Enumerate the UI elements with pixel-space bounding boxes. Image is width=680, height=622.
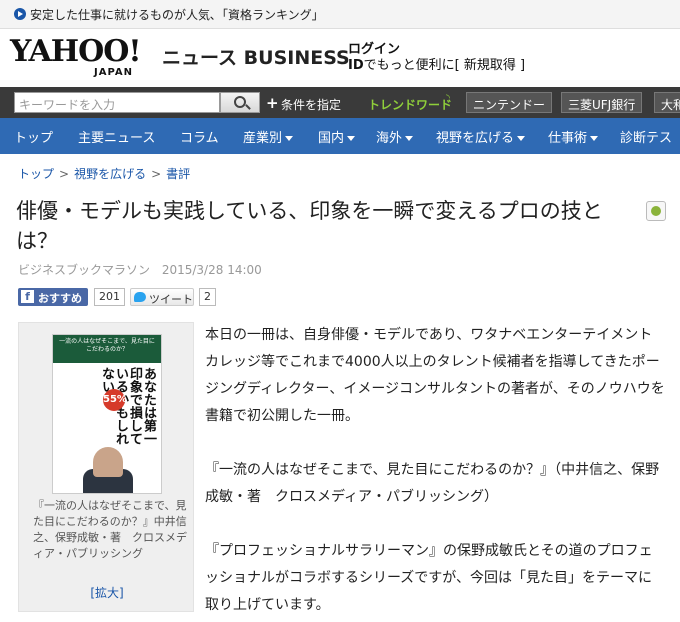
- nav-item-main-news[interactable]: 主要ニュース: [78, 127, 155, 146]
- nav-item-column[interactable]: コラム: [180, 127, 219, 146]
- id-label: ID: [348, 58, 364, 73]
- trend-word-2[interactable]: 三菱UFJ銀行: [561, 92, 643, 113]
- search-condition-link[interactable]: 条件を指定: [281, 96, 341, 113]
- tweet-label: ツイート: [149, 293, 193, 306]
- trend-word-3[interactable]: 大和: [654, 92, 680, 113]
- article-paragraph: 本日の一冊は、自身俳優・モデルであり、ワタナベエンターテイメントカレッジ等でこれ…: [205, 327, 665, 424]
- service-name[interactable]: ニュース BUSINESS: [162, 43, 350, 70]
- main-nav: トップ 主要ニュース コラム 産業別 国内 海外 視野を広げる 仕事術 診断テス: [0, 118, 680, 154]
- nav-label: 仕事術: [548, 131, 588, 146]
- facebook-count: 201: [94, 288, 125, 306]
- nav-item-overseas[interactable]: 海外: [376, 127, 414, 146]
- chevron-down-icon: [517, 136, 526, 141]
- clip-icon[interactable]: [646, 201, 666, 221]
- nav-label: 視野を広げる: [436, 131, 515, 146]
- facebook-recommend-button[interactable]: f おすすめ: [18, 288, 88, 306]
- facebook-icon: f: [21, 290, 34, 303]
- nav-label: 産業別: [243, 131, 283, 146]
- search-icon: [234, 96, 246, 108]
- chevron-down-icon: [285, 136, 294, 141]
- wifi-icon: ◝: [446, 93, 450, 104]
- nav-item-work-skills[interactable]: 仕事術: [548, 127, 599, 146]
- facebook-label: おすすめ: [38, 292, 82, 305]
- article-source: ビジネスブックマラソン: [18, 263, 151, 277]
- chevron-down-icon: [347, 136, 356, 141]
- arrow-right-icon: [14, 8, 26, 20]
- book-cover-badge: 55%: [103, 389, 127, 411]
- nav-item-broaden-view[interactable]: 視野を広げる: [436, 127, 526, 146]
- search-bar: キーワードを入力 + 条件を指定 トレンドワード ◝ ニンテンドー 三菱UFJ銀…: [0, 87, 680, 118]
- breadcrumb-separator: >: [59, 167, 70, 181]
- promo-bar[interactable]: 安定した仕事に就けるものが人気､「資格ランキング」: [0, 0, 680, 29]
- id-register-link[interactable]: でもっと便利に[ 新規取得 ]: [364, 58, 525, 73]
- book-caption: 『一流の人はなぜそこまで、見た目にこだわるのか？』中井信之、保野成敏・著 クロス…: [33, 499, 187, 560]
- search-icon-handle: [245, 104, 251, 110]
- twitter-bird-icon: [134, 292, 146, 302]
- tweet-button[interactable]: ツイート: [130, 288, 194, 306]
- book-cover-headline: あなたは第一印象で損しているかもしれない: [99, 367, 156, 445]
- chevron-down-icon: [405, 136, 414, 141]
- breadcrumb: トップ > 視野を広げる > 書評: [18, 165, 190, 182]
- site-header: YAHOO! JAPAN ニュース BUSINESS ログイン IDでもっと便利…: [0, 29, 680, 87]
- nav-item-domestic[interactable]: 国内: [318, 127, 356, 146]
- breadcrumb-book-review[interactable]: 書評: [166, 167, 190, 181]
- nav-item-top[interactable]: トップ: [14, 127, 53, 146]
- breadcrumb-broaden-view[interactable]: 視野を広げる: [74, 167, 146, 181]
- nav-label: 国内: [318, 131, 345, 146]
- search-input[interactable]: キーワードを入力: [14, 92, 220, 113]
- trend-word-1[interactable]: ニンテンドー: [466, 92, 553, 113]
- id-register-line[interactable]: IDでもっと便利に[ 新規取得 ]: [348, 54, 525, 73]
- nav-label: 海外: [376, 131, 403, 146]
- nav-item-industry[interactable]: 産業別: [243, 127, 294, 146]
- plus-icon: +: [266, 94, 279, 112]
- logo-sub: JAPAN: [94, 67, 133, 78]
- article-paragraph: 『プロフェッショナルサラリーマン』の保野成敏氏とその道のプロフェッショナルがコラ…: [205, 543, 653, 613]
- nav-item-diagnosis[interactable]: 診断テス: [620, 127, 672, 146]
- article-paragraph: 『一流の人はなぜそこまで、見た目にこだわるのか？』（中井信之、保野成敏・著 クロ…: [205, 462, 660, 505]
- yahoo-logo[interactable]: YAHOO! JAPAN: [10, 37, 158, 81]
- book-cover-band: 一流の人はなぜそこまで、見た目にこだわるのか？: [53, 335, 161, 363]
- tweet-count: 2: [199, 288, 216, 306]
- logo-main: YAHOO!: [10, 34, 142, 69]
- article-body: 本日の一冊は、自身俳優・モデルであり、ワタナベエンターテイメントカレッジ等でこれ…: [205, 322, 665, 619]
- trend-word-label: トレンドワード: [368, 98, 453, 112]
- article-title: 俳優・モデルも実践している、印象を一瞬で変えるプロの技とは？: [16, 199, 603, 253]
- nav-label: コラム: [180, 131, 219, 146]
- book-cover-image[interactable]: 一流の人はなぜそこまで、見た目にこだわるのか？ あなたは第一印象で損しているかも…: [52, 334, 162, 494]
- search-button[interactable]: [220, 92, 260, 113]
- article-datetime: 2015/3/28 14:00: [161, 263, 262, 277]
- promo-link[interactable]: 安定した仕事に就けるものが人気､「資格ランキング」: [30, 6, 324, 23]
- zoom-link[interactable]: [拡大]: [19, 584, 195, 601]
- book-sidebar: 一流の人はなぜそこまで、見た目にこだわるのか？ あなたは第一印象で損しているかも…: [18, 322, 194, 612]
- nav-label: 主要ニュース: [78, 131, 156, 146]
- article-meta: ビジネスブックマラソン 2015/3/28 14:00: [18, 261, 262, 278]
- book-cover-title: 一流の人はなぜそこまで、見た目にこだわるのか？: [59, 338, 155, 353]
- breadcrumb-top[interactable]: トップ: [18, 167, 54, 181]
- nav-label: トップ: [14, 131, 54, 146]
- nav-label: 診断テス: [620, 131, 673, 146]
- chevron-down-icon: [590, 136, 599, 141]
- breadcrumb-separator: >: [151, 167, 162, 181]
- book-cover-person-face: [93, 447, 123, 477]
